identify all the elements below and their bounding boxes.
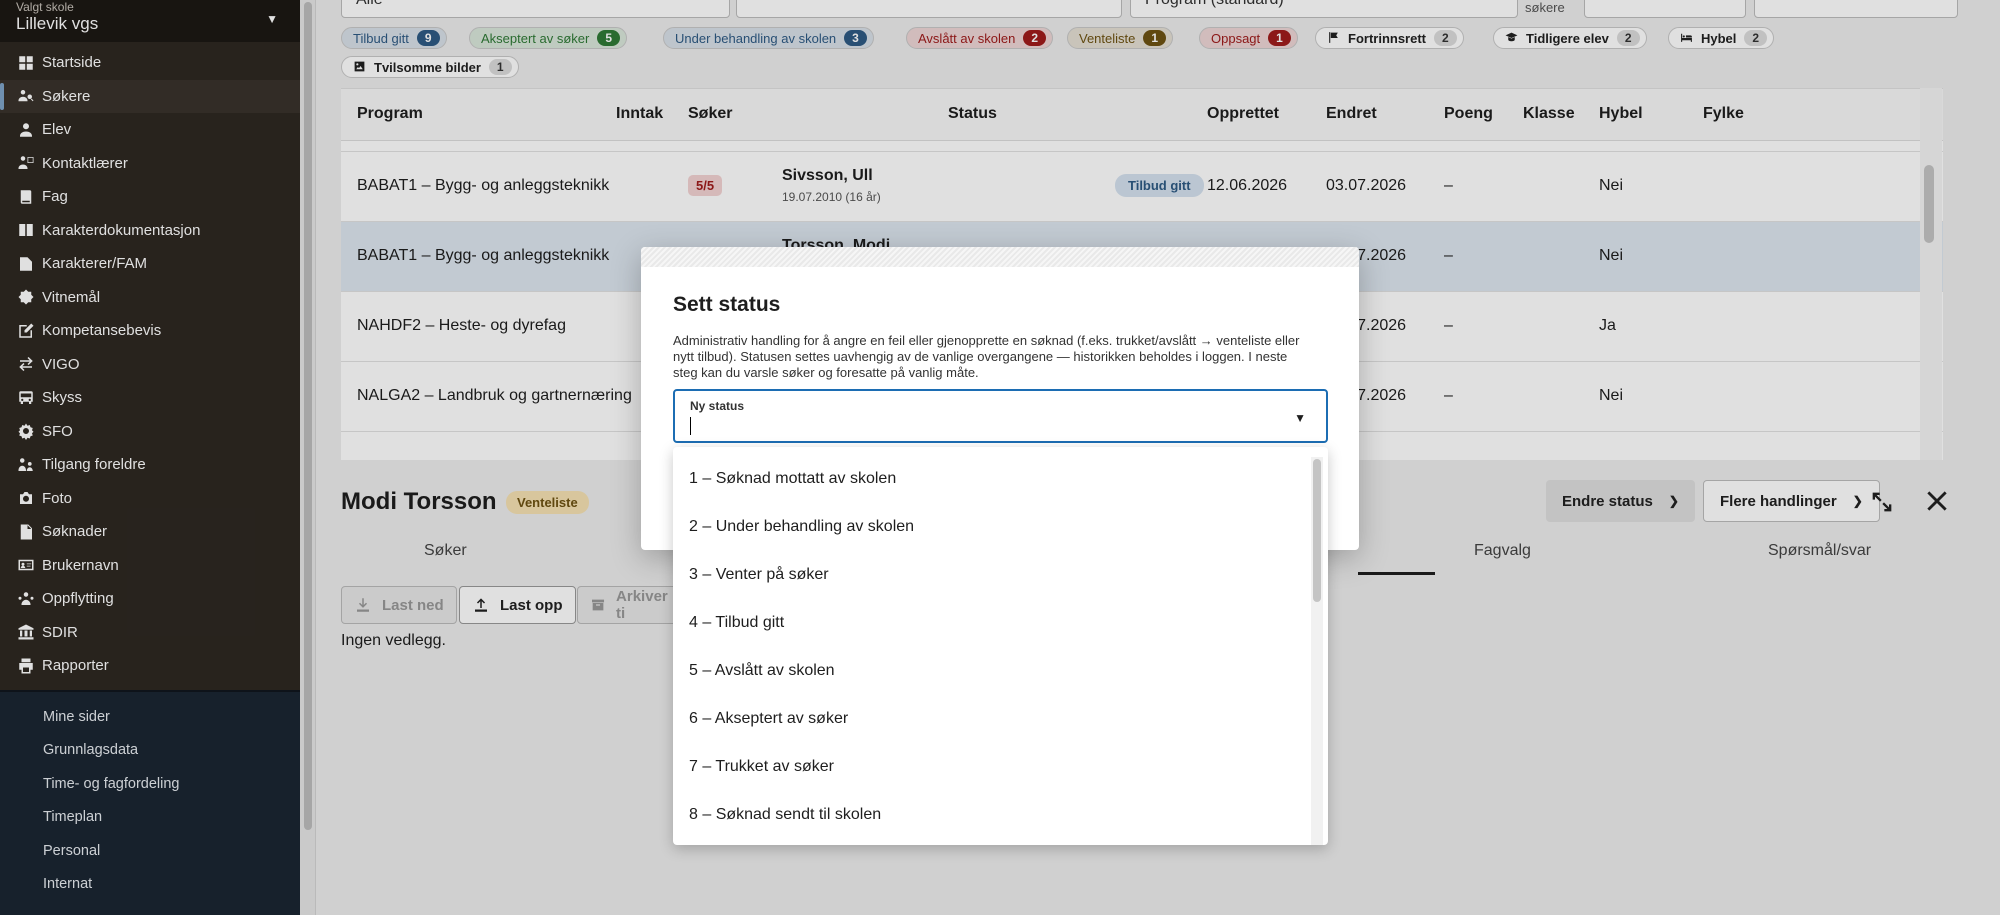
status-options-list: 1 – Søknad mottatt av skolen 2 – Under be…: [673, 447, 1328, 845]
status-option[interactable]: 5 – Avslått av skolen: [689, 662, 835, 680]
status-option[interactable]: 1 – Søknad mottatt av skolen: [689, 470, 896, 488]
dialog-title: Sett status: [673, 293, 781, 316]
new-status-label: Ny status: [690, 399, 745, 413]
dialog-top-strip: [641, 247, 1359, 267]
status-option[interactable]: 2 – Under behandling av skolen: [689, 518, 914, 536]
dropdown-scrollbar-thumb[interactable]: [1313, 459, 1321, 602]
status-option[interactable]: 6 – Akseptert av søker: [689, 710, 848, 728]
text-cursor: [690, 417, 691, 435]
status-option[interactable]: 3 – Venter på søker: [689, 566, 829, 584]
status-option[interactable]: 8 – Søknad sendt til skolen: [689, 806, 881, 824]
app-root: Valgt skole Lillevik vgs ▼ Startside Søke…: [0, 0, 2000, 915]
chevron-down-icon[interactable]: ▼: [1294, 411, 1306, 425]
status-option[interactable]: 7 – Trukket av søker: [689, 758, 834, 776]
status-option[interactable]: 4 – Tilbud gitt: [689, 614, 784, 632]
new-status-select[interactable]: Ny status ▼: [673, 389, 1328, 443]
dialog-description: Administrativ handling for å angre en fe…: [673, 333, 1300, 380]
